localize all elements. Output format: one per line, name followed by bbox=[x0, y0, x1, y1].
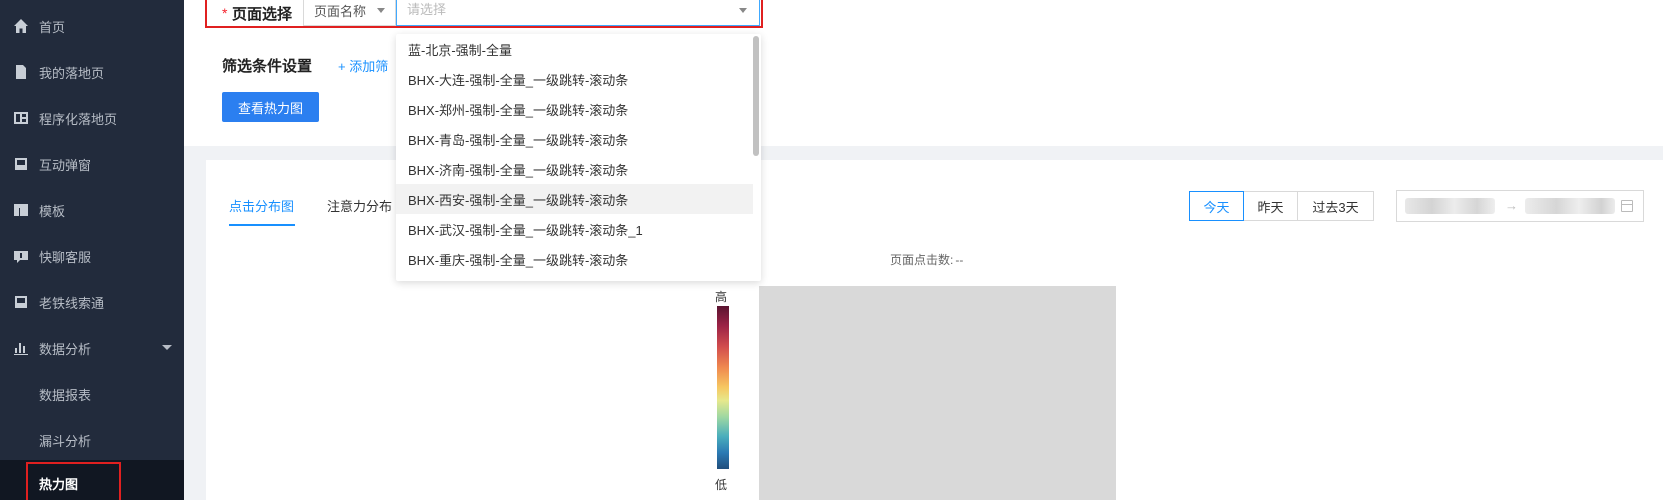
sidebar-item-label: 数据报表 bbox=[39, 387, 92, 403]
sidebar-item-label: 程序化落地页 bbox=[39, 111, 118, 127]
range-last-3-days-button[interactable]: 过去3天 bbox=[1297, 191, 1374, 221]
start-date-blurred bbox=[1405, 198, 1495, 214]
sidebar-item-label: 漏斗分析 bbox=[39, 433, 92, 449]
sidebar-item-label: 我的落地页 bbox=[39, 65, 105, 81]
sidebar-item-label: 老铁线索通 bbox=[39, 295, 105, 311]
highlight-box bbox=[26, 462, 121, 500]
add-filter-link[interactable]: + 添加筛 bbox=[338, 56, 388, 75]
chevron-down-icon bbox=[377, 8, 385, 13]
page-search-input[interactable] bbox=[407, 2, 707, 17]
sidebar-subitem-data-report[interactable]: 数据报表 bbox=[0, 371, 184, 417]
leads-icon bbox=[13, 294, 29, 310]
chevron-down-icon bbox=[739, 8, 747, 13]
dropdown-option[interactable]: BHX-青岛-强制-全量_一级跳转-滚动条 bbox=[396, 124, 753, 154]
bar-chart-icon bbox=[13, 340, 29, 356]
home-icon bbox=[13, 18, 29, 34]
page-type-value: 页面名称 bbox=[314, 4, 367, 19]
dropdown-option[interactable]: BHX-西安-强制-全量_一级跳转-滚动条 bbox=[396, 184, 753, 214]
sidebar-item-my-landing-pages[interactable]: 我的落地页 bbox=[0, 49, 184, 95]
page-select-label: 页面选择 bbox=[232, 6, 293, 23]
dropdown-option[interactable]: BHX-武汉-强制-全量_一级跳转-滚动条_1 bbox=[396, 214, 753, 244]
page-select-input[interactable] bbox=[396, 0, 760, 26]
sidebar-item-data-analysis[interactable]: 数据分析 bbox=[0, 325, 184, 371]
dropdown-option[interactable]: BHX-重庆-强制-全量_一级跳转-滚动条 bbox=[396, 244, 753, 274]
page-type-select[interactable]: 页面名称 bbox=[303, 0, 396, 26]
calendar-icon bbox=[1621, 200, 1633, 212]
heatmap-canvas[interactable] bbox=[759, 286, 1116, 500]
sidebar-item-label: 数据分析 bbox=[39, 341, 92, 357]
popup-icon bbox=[13, 156, 29, 172]
sidebar: 首页 我的落地页 程序化落地页 互动弹窗 模板 快聊客服 老铁线索通 数据分析 … bbox=[0, 0, 184, 500]
tab-click-distribution[interactable]: 点击分布图 bbox=[229, 196, 294, 215]
dropdown-scrollbar[interactable] bbox=[753, 36, 759, 156]
template-icon bbox=[13, 202, 29, 218]
sidebar-item-interactive-popup[interactable]: 互动弹窗 bbox=[0, 141, 184, 187]
range-yesterday-button[interactable]: 昨天 bbox=[1243, 191, 1298, 221]
date-range-buttons: 今天 昨天 过去3天 bbox=[1189, 191, 1374, 221]
sidebar-item-label: 首页 bbox=[39, 19, 66, 35]
document-icon bbox=[13, 64, 29, 80]
sidebar-item-label: 互动弹窗 bbox=[39, 157, 92, 173]
click-count-label: 页面点击数: bbox=[890, 253, 954, 267]
view-heatmap-button[interactable]: 查看热力图 bbox=[222, 92, 319, 122]
chevron-down-icon bbox=[162, 345, 172, 350]
click-count-value: -- bbox=[955, 253, 964, 267]
legend-low-label: 低 bbox=[715, 478, 728, 492]
filter-settings-label: 筛选条件设置 bbox=[222, 58, 313, 75]
page-click-count: 页面点击数: -- bbox=[888, 251, 963, 268]
dropdown-option[interactable]: 蓝-北京-强制-全量 bbox=[396, 34, 753, 64]
dropdown-option[interactable]: BHX-济南-强制-全量_一级跳转-滚动条 bbox=[396, 154, 753, 184]
dropdown-option[interactable]: BHX-大连-强制-全量_一级跳转-滚动条 bbox=[396, 64, 753, 94]
sidebar-item-chat-service[interactable]: 快聊客服 bbox=[0, 233, 184, 279]
sidebar-item-leads[interactable]: 老铁线索通 bbox=[0, 279, 184, 325]
required-mark: * bbox=[222, 5, 228, 21]
range-today-button[interactable]: 今天 bbox=[1189, 191, 1244, 221]
legend-high-label: 高 bbox=[715, 290, 728, 304]
dropdown-option[interactable]: BHX-郑州-强制-全量_一级跳转-滚动条 bbox=[396, 94, 753, 124]
heat-legend-bar bbox=[717, 306, 729, 469]
sidebar-subitem-funnel[interactable]: 漏斗分析 bbox=[0, 417, 184, 463]
sidebar-item-programmatic-landing[interactable]: 程序化落地页 bbox=[0, 95, 184, 141]
active-tab-indicator bbox=[229, 224, 295, 226]
date-range-picker[interactable]: → bbox=[1396, 190, 1644, 222]
layout-icon bbox=[13, 110, 29, 126]
chat-icon bbox=[13, 248, 29, 264]
sidebar-item-label: 快聊客服 bbox=[39, 249, 92, 265]
date-range-separator: → bbox=[1505, 198, 1518, 213]
page-select-dropdown: 蓝-北京-强制-全量 BHX-大连-强制-全量_一级跳转-滚动条 BHX-郑州-… bbox=[396, 34, 761, 281]
end-date-blurred bbox=[1525, 198, 1615, 214]
sidebar-item-home[interactable]: 首页 bbox=[0, 3, 184, 49]
tab-attention-distribution[interactable]: 注意力分布 bbox=[327, 196, 392, 215]
sidebar-item-template[interactable]: 模板 bbox=[0, 187, 184, 233]
sidebar-item-label: 模板 bbox=[39, 203, 66, 219]
